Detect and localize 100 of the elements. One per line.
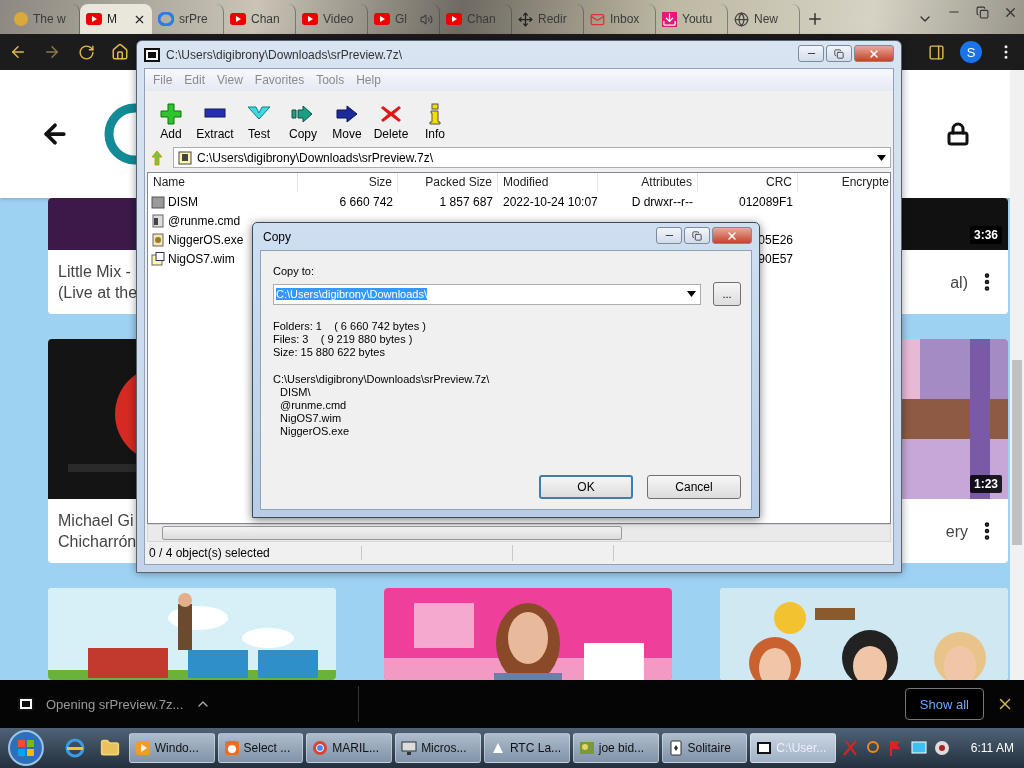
status-text: 0 / 4 object(s) selected [145,546,362,560]
toolbar-button[interactable]: Info [413,103,457,141]
arrow-icon [291,103,315,125]
new-tab-icon[interactable] [806,10,824,28]
arrow-icon [335,103,359,125]
toolbar-button[interactable]: Delete [369,103,413,141]
taskbar-button[interactable]: Select ... [217,733,304,763]
video-title: Michael Gi [58,511,135,531]
restore-icon[interactable] [975,5,989,19]
move-icon [518,11,533,27]
video-title: al) [950,272,968,293]
column-header[interactable]: Size [298,173,398,192]
play-icon [302,13,318,25]
clock[interactable]: 6:11 AM [970,741,1014,755]
item-name: @runme.cmd [279,399,348,412]
table-cell-text: D drwxr--r-- [630,194,694,209]
download-icon [662,11,677,27]
archive-icon [144,47,160,62]
caret-icon[interactable] [687,291,696,297]
info-text: Files: 3 ( 9 219 880 bytes ) [273,333,414,346]
browser-tab[interactable]: M [80,4,152,34]
toolbar-button[interactable]: Test [237,103,281,141]
play-icon [86,13,102,25]
path-field[interactable]: C:\Users\digibrony\Downloads\srPreview.7z\ [173,147,891,168]
taskbar-button[interactable]: RTC La... [483,733,570,763]
video-title: ery [945,521,968,542]
maximize-button[interactable] [684,227,710,244]
minimize-button[interactable] [656,227,682,244]
swirl-icon [158,12,174,26]
info-text: Size: 15 880 622 bytes [273,346,386,359]
toolbar-button[interactable]: Copy [281,103,325,141]
column-header[interactable]: CRC [698,173,798,192]
video-duration: 3:36 [969,226,1002,244]
toolbar-button[interactable]: Move [325,103,369,141]
column-header[interactable]: Modified [498,173,598,192]
table-cell-text: 012089F1 [737,194,794,209]
image-icon [578,740,595,756]
sidebar-icon[interactable] [927,43,945,61]
plus-icon [159,103,183,125]
browser-icon[interactable] [64,738,85,758]
taskbar-button[interactable]: MARIL... [306,733,393,763]
horizontal-scrollbar[interactable] [147,524,891,542]
home-icon[interactable] [111,43,129,61]
tray-icons-drawing[interactable] [842,739,952,757]
download-item[interactable]: Opening srPreview.7z... [18,686,359,722]
profile-avatar[interactable]: S [960,41,982,63]
taskbar-button[interactable]: joe bid... [572,733,659,763]
lock-icon[interactable] [946,122,970,146]
close-button[interactable] [854,45,894,62]
back-icon[interactable] [9,43,27,61]
scrollbar[interactable] [1010,70,1024,680]
file-icon [151,213,165,228]
mail-icon [590,11,605,27]
taskbar-button[interactable]: Micros... [395,733,481,763]
column-header[interactable]: Attributes [598,173,698,192]
close-icon [726,229,738,242]
monitor-icon [401,740,418,756]
table-cell-text: 6 660 742 [338,194,394,209]
taskbar-button[interactable]: Solitaire [661,733,748,763]
play-icon [134,740,151,756]
caret-icon[interactable] [877,154,886,161]
field-label: Copy to: [273,265,315,277]
forward-icon[interactable] [43,43,61,61]
table-cell-text: 1 857 687 [438,194,494,209]
video-title: (Live at the [58,283,138,303]
archive-icon [178,150,192,165]
dialog-title: Copy [262,229,292,244]
minimize-button[interactable] [798,45,824,62]
toolbar-button[interactable]: Add [149,103,193,141]
file-name[interactable]: DISM [148,194,298,209]
show-all-button[interactable]: Show all [904,688,984,720]
item-name: DISM\ [279,386,312,399]
toolbar-button[interactable]: Extract [193,103,237,141]
item-name: NigOS7.wim [279,412,343,425]
column-header[interactable]: Name [148,173,298,192]
start-button[interactable] [6,729,46,767]
file-icon [151,251,165,266]
maximize-button[interactable] [826,45,852,62]
close-button[interactable] [712,227,752,244]
column-header[interactable]: Packed Size [398,173,498,192]
item-name: NiggerOS.exe [279,425,351,438]
info-text: Folders: 1 ( 6 660 742 bytes ) [273,320,427,333]
restore-icon [692,230,702,241]
reload-icon[interactable] [77,43,95,61]
play-icon [230,13,246,25]
video-title: Little Mix - [58,262,132,282]
video-title: Chicharrón [58,532,137,552]
browse-button[interactable]: ... [713,282,741,306]
ring-icon [312,740,329,756]
column-header[interactable]: Encrypte [798,173,890,192]
dialog-button[interactable]: Cancel [647,475,741,499]
folder-icon[interactable] [99,738,120,758]
file-name[interactable]: @runme.cmd [148,213,298,228]
card-icon [667,740,684,756]
window-title: C:\Users\digibrony\Downloads\srPreview.7z\ [166,47,404,62]
taskbar-button[interactable]: Windo... [128,733,215,763]
dialog-button[interactable]: OK [539,475,633,499]
source-path: C:\Users\digibrony\Downloads\srPreview.7z\ [273,373,491,386]
globe-icon [734,11,749,27]
logo-icon [104,103,138,165]
